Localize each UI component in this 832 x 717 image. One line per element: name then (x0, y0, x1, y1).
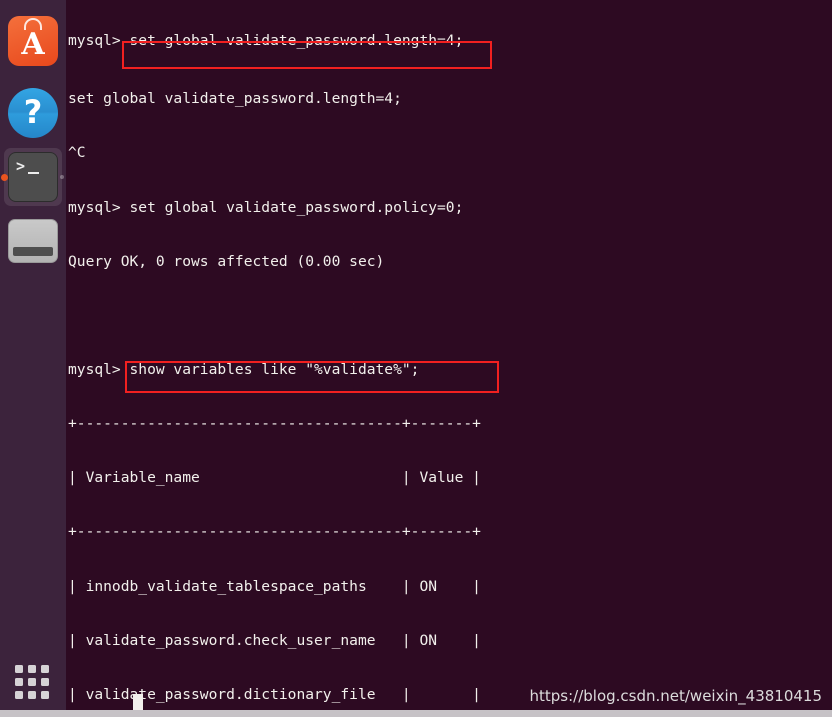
terminal-cursor (133, 694, 143, 711)
terminal-underscore-shape (28, 172, 39, 174)
terminal-line: | Variable_name | Value | (68, 469, 481, 487)
grid-dot (28, 665, 36, 673)
bottom-edge-bar (0, 710, 832, 717)
help-icon: ? (8, 88, 58, 138)
grid-dot (15, 691, 23, 699)
terminal-line: +-------------------------------------+-… (68, 415, 481, 433)
grid-dot (41, 665, 49, 673)
grid-dot (15, 678, 23, 686)
terminal-line: ^C (68, 144, 86, 162)
terminal-line: mysql> set global validate_password.poli… (68, 198, 464, 216)
grid-dot (28, 691, 36, 699)
terminal-line: | validate_password.check_user_name | ON… (68, 631, 481, 649)
grid-dot (41, 678, 49, 686)
dock-item-files[interactable] (8, 219, 58, 269)
desktop-screen: mysql> set global validate_password.leng… (0, 0, 832, 717)
terminal-line: mysql> show variables like "%validate%"; (68, 360, 420, 378)
terminal-prompt-glyph: > (16, 157, 26, 175)
terminal-line: | innodb_validate_tablespace_paths | ON … (68, 577, 481, 595)
watermark-url: https://blog.csdn.net/weixin_43810415 (529, 687, 822, 705)
ubuntu-software-icon: A (8, 16, 58, 66)
show-applications-button[interactable] (15, 665, 51, 701)
terminal-icon: > (8, 152, 58, 202)
terminal-window[interactable]: mysql> set global validate_password.leng… (0, 0, 832, 710)
grid-dot (41, 691, 49, 699)
disk-drive-icon (8, 219, 58, 263)
terminal-line: Query OK, 0 rows affected (0.00 sec) (68, 252, 385, 270)
grid-dot (28, 678, 36, 686)
dock-item-terminal[interactable]: > (1, 148, 64, 206)
grid-dot (15, 665, 23, 673)
disk-slot-shape (13, 247, 53, 256)
terminal-line: +-------------------------------------+-… (68, 523, 481, 541)
terminal-line: mysql> set global validate_password.leng… (68, 32, 464, 50)
terminal-line: set global validate_password.length=4; (68, 90, 402, 108)
dock-item-ubuntu-software[interactable]: A (8, 16, 58, 66)
software-glyph: A (21, 27, 45, 62)
focused-indicator-dot (60, 175, 64, 179)
dock-item-help[interactable]: ? (8, 88, 58, 138)
running-indicator-dot (1, 173, 8, 181)
ubuntu-dock: A ? > (0, 0, 66, 717)
question-mark-glyph: ? (23, 93, 43, 131)
